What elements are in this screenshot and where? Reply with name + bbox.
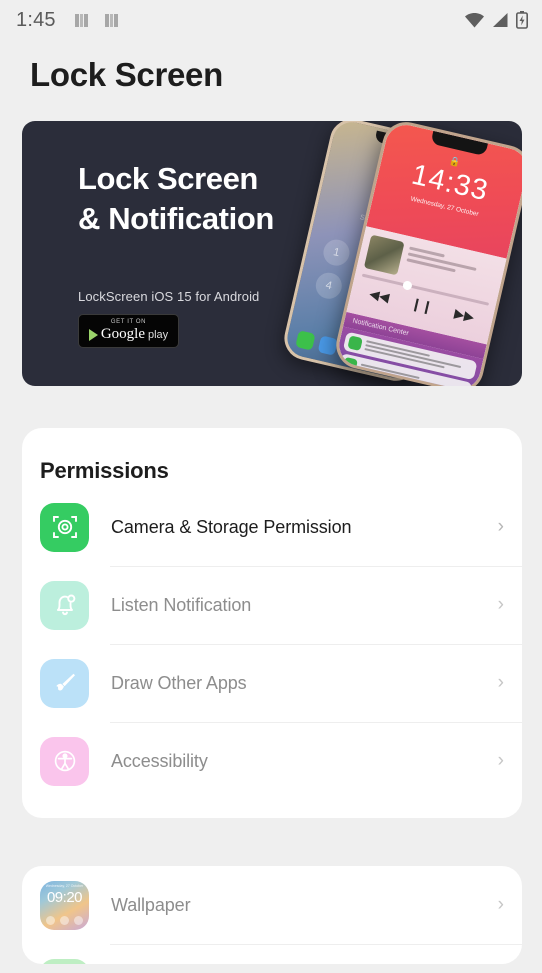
settings-row-partial[interactable]	[22, 944, 522, 964]
phone-mockup-badge: 4	[313, 270, 345, 302]
album-art-icon	[363, 234, 405, 276]
pause-icon: ❙❙	[409, 295, 435, 315]
permission-row-draw-other-apps[interactable]: Draw Other Apps ›	[22, 644, 522, 722]
permissions-card: Permissions Camera & Storage Permission …	[22, 428, 522, 818]
camera-icon	[40, 502, 89, 552]
battery-charging-icon	[516, 11, 528, 29]
app-icon	[347, 335, 363, 351]
settings-card: Wednesday, 27 October 09:20 Wallpaper ›	[22, 866, 522, 964]
app-icon	[40, 958, 89, 964]
banner-headline-line1: Lock Screen	[78, 161, 258, 196]
google-play-triangle-icon	[88, 328, 98, 341]
status-bar: 1:45	[0, 0, 542, 40]
app-screen: 1:45 Lock Screen 1 4 🔒 14:33 Wednesday, …	[0, 0, 542, 973]
wallpaper-widget-dot	[59, 915, 69, 925]
wallpaper-widget-dot	[73, 915, 83, 925]
banner-headline: Lock Screen & Notification	[78, 159, 378, 238]
banner-headline-line2: & Notification	[78, 200, 274, 236]
previous-track-icon: ◀◀	[367, 285, 391, 305]
status-bar-notification-icons	[73, 12, 120, 29]
google-play-badge[interactable]: GET IT ON Google play	[78, 314, 179, 348]
phone-notch	[430, 130, 488, 157]
status-bar-clock: 1:45	[16, 8, 56, 31]
play-badge-brand: Google	[100, 326, 145, 342]
chevron-right-icon: ›	[497, 594, 504, 615]
permission-label: Listen Notification	[111, 594, 252, 615]
chevron-right-icon: ›	[497, 516, 504, 537]
settings-label: Wallpaper	[111, 894, 191, 915]
permission-label: Camera & Storage Permission	[111, 516, 352, 537]
permission-row-camera-storage[interactable]: Camera & Storage Permission ›	[22, 488, 522, 566]
wallpaper-thumbnail-icon: Wednesday, 27 October 09:20	[40, 880, 89, 930]
settings-row-wallpaper[interactable]: Wednesday, 27 October 09:20 Wallpaper ›	[22, 866, 522, 944]
wallpaper-thumb-time: 09:20	[46, 888, 83, 906]
page-title: Lock Screen	[30, 56, 223, 93]
promo-banner[interactable]: Screen 1 4 🔒 14:33 Wednesday, 27 October	[22, 121, 522, 386]
wallpaper-thumb-date: Wednesday, 27 October	[45, 883, 84, 888]
next-track-icon: ▶▶	[452, 305, 476, 325]
permission-label: Accessibility	[111, 750, 208, 771]
accessibility-icon	[40, 736, 89, 786]
permission-row-listen-notification[interactable]: Listen Notification ›	[22, 566, 522, 644]
book-glyph-icon	[103, 12, 120, 29]
permissions-section-title: Permissions	[40, 458, 169, 483]
chevron-right-icon: ›	[497, 672, 504, 693]
wifi-icon	[464, 12, 485, 28]
status-bar-system-icons	[464, 11, 528, 29]
wallpaper-widget-dot	[46, 915, 56, 925]
permission-row-accessibility[interactable]: Accessibility ›	[22, 722, 522, 800]
app-tile-icon	[317, 335, 339, 356]
paintbrush-icon	[40, 658, 89, 708]
permission-label: Draw Other Apps	[111, 672, 247, 693]
banner-subtitle: LockScreen iOS 15 for Android	[78, 289, 260, 304]
app-tile-icon	[295, 330, 316, 351]
bell-icon	[40, 580, 89, 630]
book-glyph-icon	[73, 12, 90, 29]
chevron-right-icon: ›	[497, 894, 504, 915]
phone-mockup-badge: 1	[320, 237, 353, 269]
play-badge-brand-suffix: play	[147, 328, 169, 341]
chevron-right-icon: ›	[497, 750, 504, 771]
cellular-signal-icon	[492, 12, 509, 28]
play-badge-pretext: GET IT ON	[110, 319, 147, 325]
